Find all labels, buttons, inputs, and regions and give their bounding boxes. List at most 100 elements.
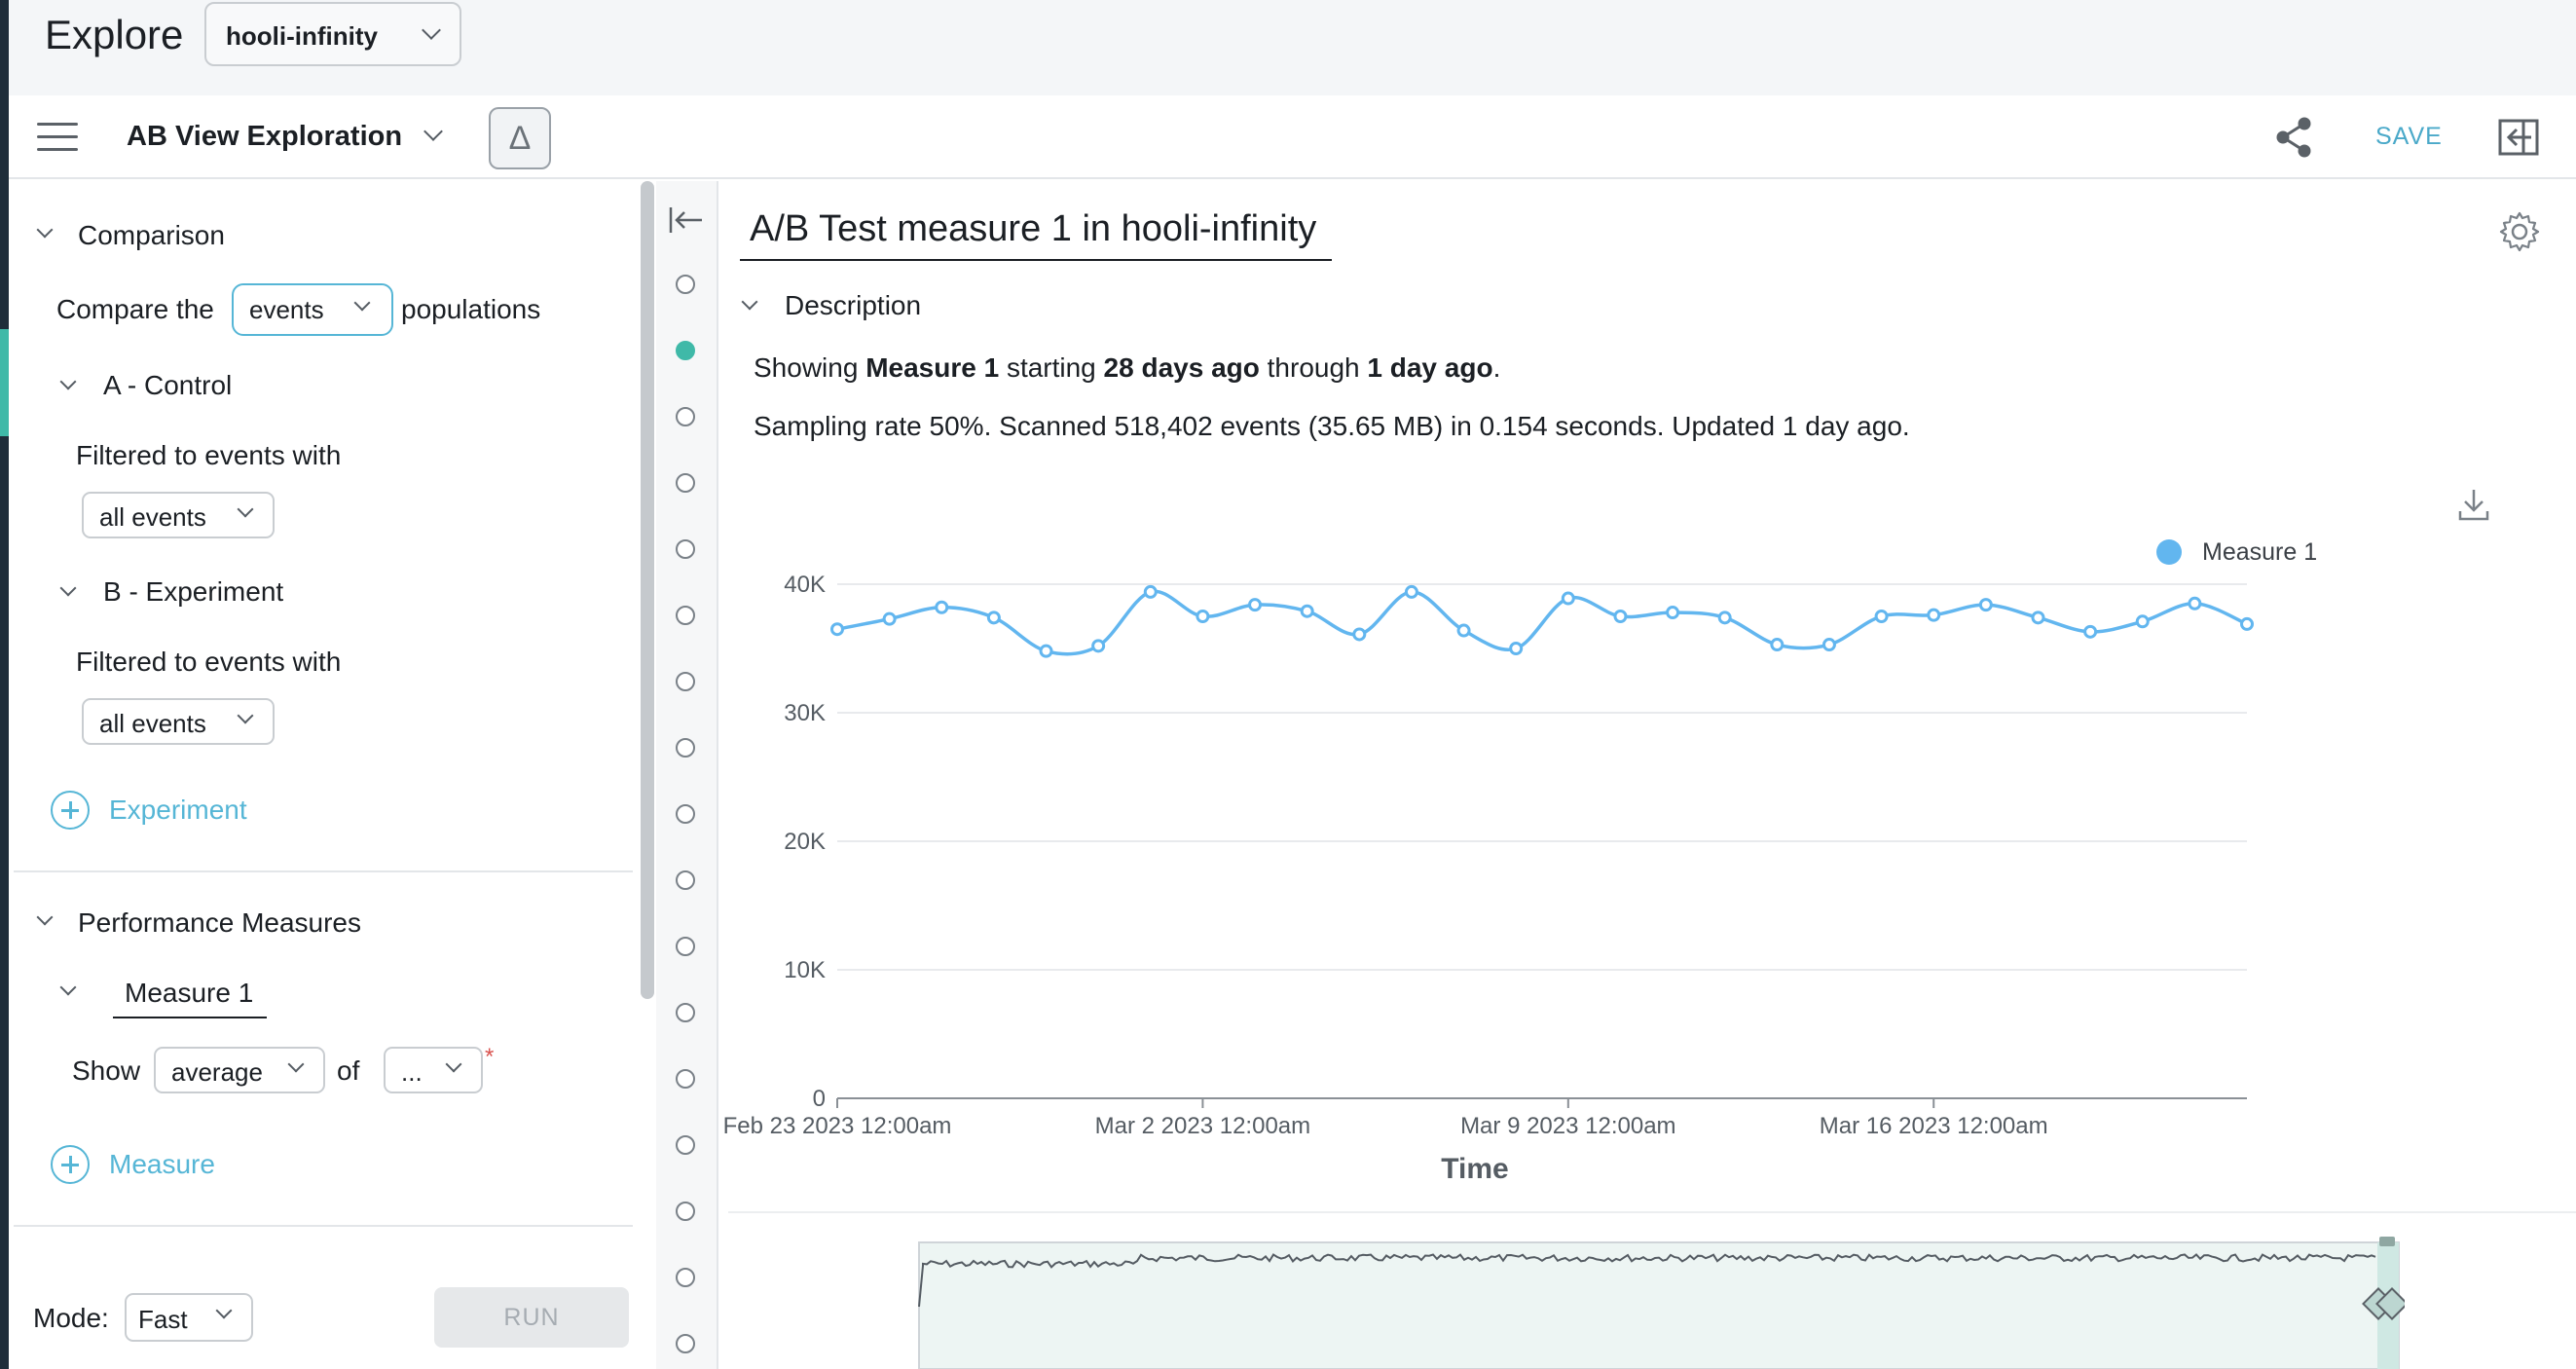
aggregation-select[interactable]: average [154,1047,325,1093]
data-point[interactable] [1874,610,1889,623]
data-point[interactable] [1196,610,1210,623]
history-step[interactable] [676,804,695,824]
gear-icon[interactable] [2498,210,2541,253]
data-point[interactable] [1456,623,1471,638]
history-step[interactable] [676,870,695,890]
description-collapse-icon[interactable] [741,293,758,311]
history-step[interactable] [676,606,695,625]
history-step[interactable] [676,937,695,956]
compare-unit-select[interactable]: events [232,283,393,336]
data-point[interactable] [1248,598,1263,612]
history-step[interactable] [676,407,695,426]
data-point[interactable] [882,611,897,626]
history-step[interactable] [676,1202,695,1221]
history-step[interactable] [676,539,695,559]
description-stats: Sampling rate 50%. Scanned 518,402 event… [754,411,1910,441]
data-point[interactable] [1143,584,1158,599]
mode-value: Fast [138,1305,188,1334]
data-point[interactable] [2135,614,2150,629]
history-step[interactable] [676,1268,695,1287]
add-measure-icon[interactable] [51,1145,90,1184]
data-point[interactable] [1509,642,1524,655]
data-point[interactable] [1300,604,1314,618]
line-chart[interactable]: 0 10K 20K 30K 40K Feb 23 2023 12:00am Mar 2 2… [720,526,2453,1198]
data-point[interactable] [1561,591,1575,606]
add-measure-button[interactable]: Measure [109,1149,215,1180]
data-point[interactable] [1927,608,1941,622]
collapse-panel-icon[interactable] [2498,119,2539,156]
legend-label[interactable]: Measure 1 [2202,538,2317,566]
chart-overview-separator [728,1211,2576,1213]
show-label: Show [72,1055,141,1086]
x-tick-label: Mar 16 2023 12:00am [1820,1113,2048,1139]
data-point[interactable] [1613,610,1628,623]
desc-measure: Measure 1 [865,352,1000,383]
run-button[interactable]: RUN [434,1287,629,1348]
field-select[interactable]: ... [384,1047,483,1093]
time-range-selector[interactable] [905,1229,2405,1369]
save-button[interactable]: SAVE [2375,123,2443,151]
group-b-filter-label: Filtered to events with [76,647,342,677]
data-point[interactable] [1717,610,1732,625]
section-divider [14,870,633,872]
compare-delta-button[interactable]: Δ [489,107,551,169]
aggregation-value: average [171,1057,263,1087]
description-heading: Description [785,290,922,320]
data-point[interactable] [2083,624,2098,639]
history-step[interactable] [676,1003,695,1022]
data-point[interactable] [1822,638,1836,652]
history-step[interactable] [676,1135,695,1155]
data-point[interactable] [830,622,844,637]
section-divider [14,1225,633,1227]
share-icon[interactable] [2272,115,2315,160]
data-point[interactable] [1091,639,1106,653]
add-experiment-icon[interactable] [51,791,90,830]
field-value: ... [401,1057,423,1087]
data-point[interactable] [2240,616,2254,631]
history-step[interactable] [676,275,695,294]
history-step[interactable] [676,738,695,758]
chevron-down-icon [445,1055,462,1073]
data-point[interactable] [1770,638,1785,652]
history-step[interactable] [676,341,695,360]
data-point[interactable] [1404,584,1418,599]
measure-name[interactable]: Measure 1 [125,978,253,1009]
app-edge-bar [0,0,9,1369]
comparison-heading: Comparison [78,220,225,250]
title-underline [740,259,1332,261]
x-tick-label: Feb 23 2023 12:00am [723,1113,952,1139]
data-point[interactable] [1978,598,1993,612]
data-point[interactable] [1039,644,1053,658]
view-name[interactable]: AB View Exploration [127,121,402,153]
mode-select[interactable]: Fast [125,1293,253,1342]
history-step[interactable] [676,473,695,493]
data-point[interactable] [986,610,1001,625]
history-step[interactable] [676,672,695,691]
required-marker: * [485,1044,495,1070]
group-b-filter-select[interactable]: all events [82,698,275,745]
history-step[interactable] [676,1069,695,1089]
chevron-down-icon [237,707,254,724]
measures-heading: Performance Measures [78,907,362,938]
of-label: of [337,1055,360,1086]
compare-suffix: populations [401,294,541,324]
data-point[interactable] [935,600,949,614]
add-experiment-button[interactable]: Experiment [109,795,247,826]
panel-scrollbar[interactable] [641,181,654,999]
data-point[interactable] [1666,606,1680,620]
desc-from: 28 days ago [1103,352,1260,383]
collapse-left-icon[interactable] [668,204,705,236]
measure-name-underline [113,1017,267,1018]
data-point[interactable] [2188,596,2202,610]
history-step[interactable] [676,1334,695,1353]
menu-icon[interactable] [37,121,80,154]
download-icon[interactable] [2457,487,2490,522]
chart-title[interactable]: A/B Test measure 1 in hooli-infinity [750,208,1316,250]
dataset-select[interactable]: hooli-infinity [204,2,461,66]
x-axis-label: Time [1441,1153,1508,1185]
range-handle-top[interactable] [2379,1237,2395,1246]
data-point[interactable] [2031,610,2045,625]
group-a-filter-select[interactable]: all events [82,492,275,538]
data-point[interactable] [1352,627,1367,642]
dataset-select-label: hooli-infinity [226,21,378,51]
